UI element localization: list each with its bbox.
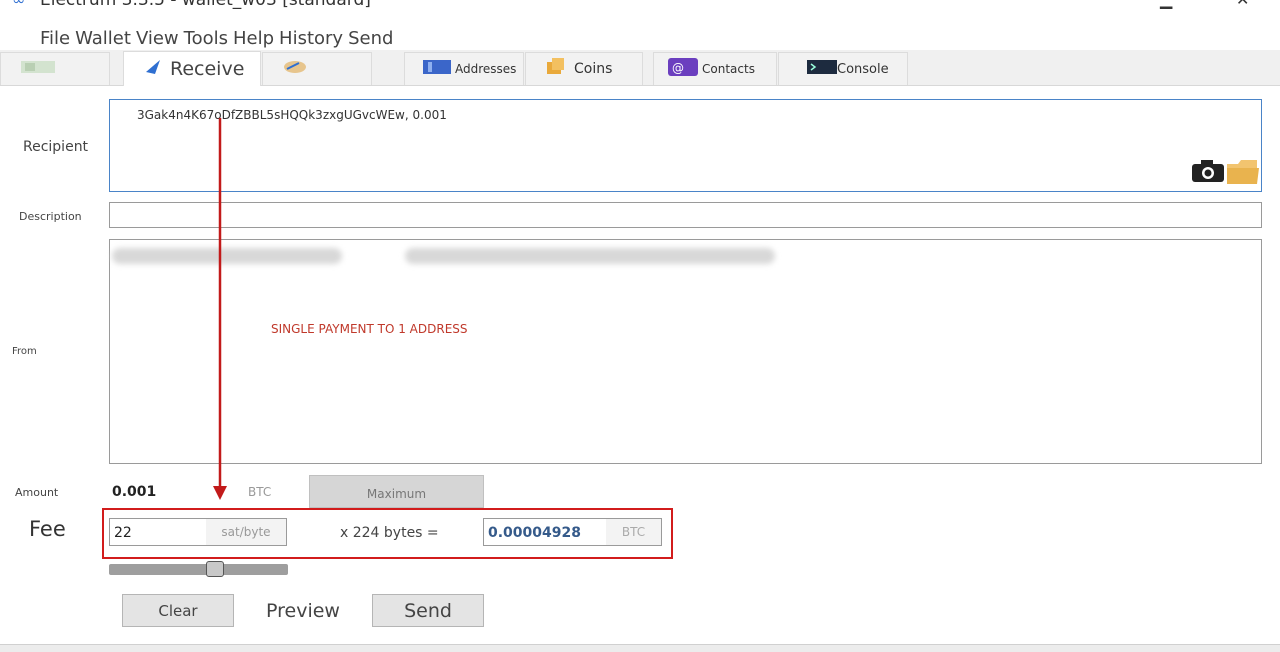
- annotation-arrow: [213, 118, 227, 500]
